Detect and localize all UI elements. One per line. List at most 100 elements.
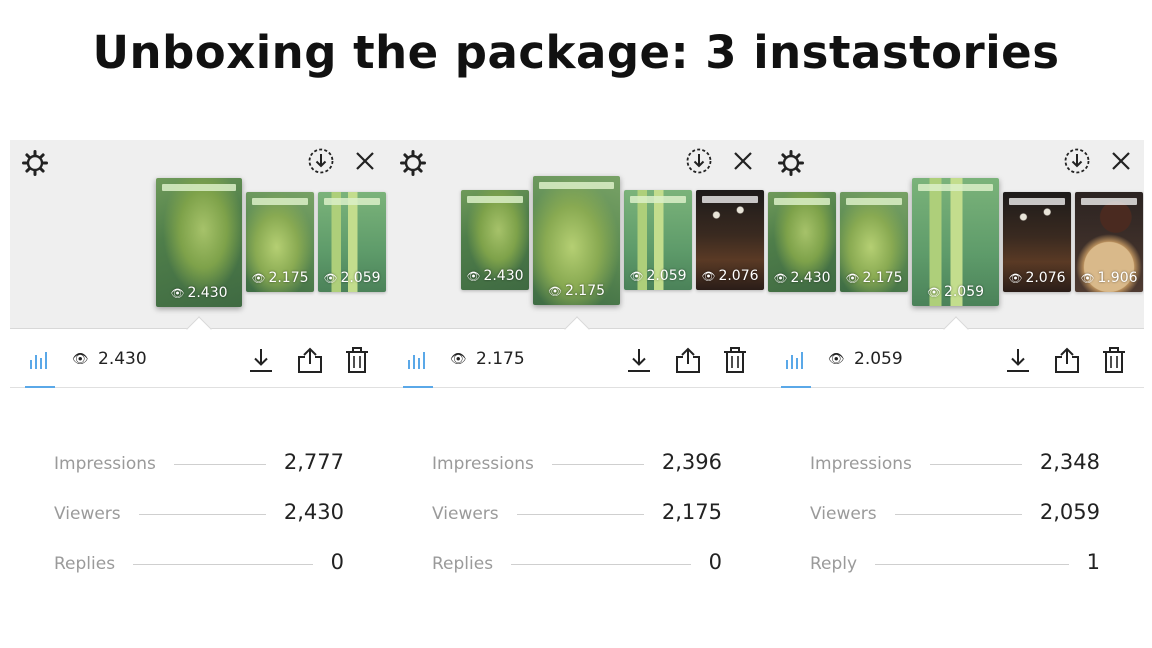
download-icon[interactable] [1004, 346, 1032, 374]
gear-icon[interactable] [398, 148, 428, 178]
thumb-view-count: 2.059 [340, 270, 381, 286]
download-circle-icon[interactable] [1062, 146, 1092, 176]
close-icon[interactable] [1106, 146, 1136, 176]
trash-icon[interactable] [1100, 346, 1128, 374]
slide-title: Unboxing the package: 3 instastories [92, 26, 1060, 79]
stat-row: Viewers 2,175 [388, 490, 766, 540]
gear-icon[interactable] [20, 148, 50, 178]
stat-value: 2,777 [265, 450, 344, 474]
trash-icon[interactable] [343, 346, 371, 374]
thumb-view-count: 2.059 [646, 268, 687, 284]
trash-icon[interactable] [721, 346, 749, 374]
stat-label: Impressions [54, 454, 174, 474]
story-strip: 👁 2.430 👁 2.175 👁 2.059 👁 2.076 👁 1.906 [766, 140, 1144, 329]
thumb-view-count: 2.175 [268, 270, 309, 286]
story-stats: Impressions 2,348 Viewers 2,059 Reply 1 [766, 440, 1144, 590]
eye-icon: 👁 [251, 271, 266, 285]
stat-label: Impressions [810, 454, 930, 474]
stat-row: Reply 1 [766, 540, 1144, 590]
thumb-view-count: 2.175 [862, 270, 903, 286]
stat-value: 2,175 [643, 500, 722, 524]
download-icon[interactable] [625, 346, 653, 374]
stat-label: Replies [54, 554, 134, 574]
stat-value: 1 [1068, 550, 1100, 574]
stat-label: Impressions [432, 454, 552, 474]
story-strip: 👁 2.430 👁 2.175 👁 2.059 [10, 140, 388, 329]
thumb-view-count: 2.076 [718, 268, 759, 284]
eye-icon: 👁 [1008, 271, 1023, 285]
story-panel-1: 👁 2.430 👁 2.175 👁 2.059 👁 2.430 Impressi… [10, 140, 388, 590]
story-thumbnail[interactable]: 👁 2.175 [840, 192, 908, 292]
story-thumbnail[interactable]: 👁 2.059 [912, 178, 999, 306]
insights-bars-icon[interactable] [28, 350, 50, 370]
stat-value: 2,348 [1021, 450, 1100, 474]
story-panel-2: 👁2.430 👁2.175 👁2.059 👁2.076 👁 2.175 [388, 140, 766, 590]
stat-value: 0 [690, 550, 722, 574]
story-thumbnail[interactable]: 👁 1.906 [1075, 192, 1143, 292]
stat-value: 0 [312, 550, 344, 574]
download-circle-icon[interactable] [684, 146, 714, 176]
story-strip: 👁 2.430 👁 2.175 👁 2.059 👁 2.076 [388, 140, 766, 329]
download-circle-icon[interactable] [306, 146, 336, 176]
active-tab-indicator [781, 386, 811, 388]
eye-icon: 👁 [466, 269, 481, 283]
stat-row: Replies 0 [388, 540, 766, 590]
stat-label: Replies [432, 554, 512, 574]
share-icon[interactable] [1053, 346, 1081, 374]
story-thumbnail[interactable]: 👁 2.175 [246, 192, 314, 292]
eye-icon: 👁 [773, 271, 788, 285]
stat-value: 2,396 [643, 450, 722, 474]
story-thumbnail[interactable]: 👁 2.430 [156, 178, 242, 307]
eye-icon: 👁 [629, 269, 644, 283]
story-thumbnail[interactable]: 👁 2.430 [768, 192, 836, 292]
eye-icon: 👁 [926, 285, 941, 299]
share-icon[interactable] [296, 346, 324, 374]
stat-label: Viewers [54, 504, 139, 524]
eye-icon: 👁 [170, 286, 185, 300]
thumb-view-count: 2.076 [1025, 270, 1066, 286]
eye-icon: 👁 [450, 352, 467, 367]
story-thumbnail[interactable]: 👁 2.059 [318, 192, 386, 292]
story-stats: Impressions 2,396 Viewers 2,175 Replies … [388, 440, 766, 590]
stat-row: Viewers 2,430 [10, 490, 388, 540]
story-thumbnail[interactable]: 👁 2.076 [696, 190, 764, 290]
story-stats: Impressions 2,777 Viewers 2,430 Replies … [10, 440, 388, 590]
stat-label: Viewers [810, 504, 895, 524]
close-icon[interactable] [728, 146, 758, 176]
insights-bars-icon[interactable] [406, 350, 428, 370]
stat-value: 2,430 [265, 500, 344, 524]
thumb-view-count: 2.430 [790, 270, 831, 286]
story-thumbnail[interactable]: 👁 2.175 [533, 176, 620, 305]
eye-icon: 👁 [323, 271, 338, 285]
current-view-count: 2.059 [854, 349, 903, 369]
story-panel-3: 👁2.430 👁2.175 👁2.059 👁2.076 👁1.906 [766, 140, 1144, 590]
active-tab-indicator [25, 386, 55, 388]
close-icon[interactable] [350, 146, 380, 176]
download-icon[interactable] [247, 346, 275, 374]
stat-value: 2,059 [1021, 500, 1100, 524]
eye-icon: 👁 [72, 352, 89, 367]
eye-icon: 👁 [547, 284, 562, 298]
thumb-view-count: 2.430 [187, 285, 228, 301]
thumb-view-count: 2.175 [564, 283, 606, 299]
stat-row: Replies 0 [10, 540, 388, 590]
insights-bars-icon[interactable] [784, 350, 806, 370]
thumb-view-count: 2.430 [483, 268, 524, 284]
story-thumbnail[interactable]: 👁 2.076 [1003, 192, 1071, 292]
gear-icon[interactable] [776, 148, 806, 178]
stat-row: Impressions 2,396 [388, 440, 766, 490]
stat-row: Impressions 2,348 [766, 440, 1144, 490]
eye-icon: 👁 [701, 269, 716, 283]
share-icon[interactable] [674, 346, 702, 374]
eye-icon: 👁 [1080, 271, 1095, 285]
current-view-count: 2.430 [98, 349, 147, 369]
story-thumbnail[interactable]: 👁 2.430 [461, 190, 529, 290]
thumb-view-count: 2.059 [943, 284, 985, 300]
current-view-count: 2.175 [476, 349, 525, 369]
thumb-view-count: 1.906 [1097, 270, 1138, 286]
story-thumbnail[interactable]: 👁 2.059 [624, 190, 692, 290]
stat-row: Viewers 2,059 [766, 490, 1144, 540]
eye-icon: 👁 [828, 352, 845, 367]
stat-label: Reply [810, 554, 876, 574]
stat-row: Impressions 2,777 [10, 440, 388, 490]
